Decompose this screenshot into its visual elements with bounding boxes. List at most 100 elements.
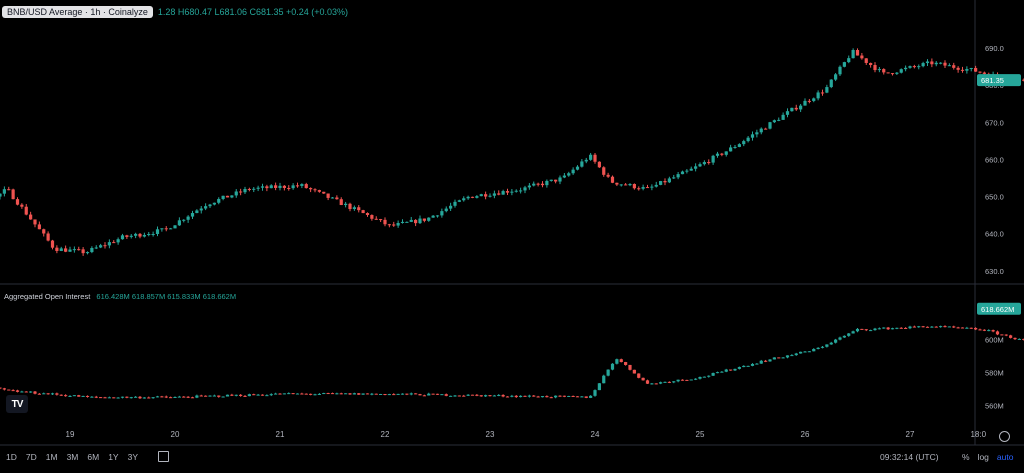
scale-options: % log auto	[962, 452, 1013, 462]
oi-candle	[64, 394, 68, 397]
oi-candle	[103, 396, 107, 399]
oi-candle	[943, 325, 947, 328]
oi-candle	[540, 395, 545, 398]
oi-candle	[125, 396, 129, 399]
oi-candle	[816, 347, 820, 350]
price-candle	[930, 58, 934, 68]
auto-toggle[interactable]: auto	[997, 452, 1014, 462]
price-candle	[11, 188, 15, 200]
timeframe-6m[interactable]: 6M	[87, 452, 99, 462]
price-candle	[869, 62, 873, 68]
price-candle	[142, 232, 146, 238]
price-candle	[274, 182, 278, 191]
oi-candle	[908, 325, 912, 330]
oi-candle	[243, 395, 247, 397]
last-oi-tag: 618.662M	[981, 305, 1014, 314]
oi-candle	[392, 393, 396, 396]
oi-candle	[807, 351, 811, 353]
timeframe-1y[interactable]: 1Y	[108, 452, 118, 462]
tradingview-logo-icon[interactable]: TV	[6, 395, 28, 413]
oi-candle	[81, 395, 85, 397]
price-candle	[540, 181, 545, 188]
oi-candle	[610, 363, 615, 371]
oi-candle	[558, 395, 562, 397]
oi-candle	[707, 375, 711, 378]
price-candle	[707, 159, 711, 165]
oi-candle	[934, 326, 938, 328]
oi-candle	[20, 390, 24, 393]
oi-candle	[939, 325, 943, 328]
price-candle	[383, 217, 387, 227]
oi-candle	[685, 379, 689, 381]
price-candle	[234, 189, 238, 198]
log-toggle[interactable]: log	[978, 452, 989, 462]
timeframe-3y[interactable]: 3Y	[128, 452, 138, 462]
oi-candle	[549, 396, 553, 399]
price-candle	[247, 187, 251, 192]
timeframe-1m[interactable]: 1M	[46, 452, 58, 462]
oi-candle	[155, 395, 160, 398]
oi-candle	[457, 395, 461, 397]
price-candle	[64, 245, 68, 253]
price-candle	[615, 182, 619, 187]
oi-candle	[746, 365, 750, 367]
price-candle	[755, 129, 759, 138]
price-candle	[138, 232, 142, 239]
open-interest-candles[interactable]	[0, 307, 1024, 400]
symbol-label[interactable]: BNB/USD Average · 1h · Coinalyze	[2, 6, 153, 18]
price-candle	[571, 167, 575, 175]
price-candle	[260, 183, 265, 191]
price-candle	[694, 163, 698, 172]
oi-candle	[112, 397, 116, 399]
price-candle	[282, 185, 286, 191]
oi-candle	[475, 393, 479, 397]
oi-candle	[768, 359, 772, 362]
price-candle	[462, 196, 466, 202]
oi-candle	[720, 371, 724, 373]
oi-candle	[969, 327, 973, 329]
open-interest-values: 616.428M 618.857M 615.833M 618.662M	[96, 292, 237, 301]
timeframe-3m[interactable]: 3M	[67, 452, 79, 462]
oi-candle	[484, 394, 488, 397]
price-candle	[484, 191, 488, 200]
price-candle	[584, 157, 588, 164]
timeframe-1d[interactable]: 1D	[6, 452, 17, 462]
price-candle	[300, 183, 304, 189]
utc-clock[interactable]: 09:32:14 (UTC)	[880, 452, 939, 462]
oi-candle	[785, 355, 790, 359]
settings-gear-icon[interactable]	[999, 431, 1010, 442]
price-y-tick-label: 660.0	[985, 155, 1004, 164]
price-candle	[799, 103, 803, 113]
oi-candle	[50, 392, 55, 396]
price-candle	[939, 62, 943, 65]
ohlc-values: 1.28 H680.47 L681.06 C681.35 +0.24 (+0.0…	[157, 7, 349, 17]
price-candles[interactable]	[0, 48, 1024, 256]
timeframe-7d[interactable]: 7D	[26, 452, 37, 462]
oi-candle	[575, 396, 580, 398]
price-candle	[400, 219, 405, 224]
oi-candle	[72, 395, 76, 397]
oi-candle	[116, 397, 120, 399]
price-candle	[230, 195, 234, 199]
oi-candle	[94, 395, 98, 399]
percent-toggle[interactable]: %	[962, 452, 970, 462]
calendar-icon[interactable]	[158, 451, 169, 462]
oi-candle	[602, 374, 606, 384]
time-tick-label: 24	[591, 430, 600, 439]
price-candle	[952, 62, 956, 70]
price-candle	[890, 72, 895, 76]
oi-candle	[1009, 334, 1013, 339]
oi-candle	[387, 393, 391, 396]
oi-candle	[295, 393, 300, 395]
oi-candle	[750, 363, 755, 367]
oi-candle	[536, 395, 540, 398]
price-candle	[116, 237, 120, 245]
price-candle	[873, 62, 877, 73]
price-candle	[99, 243, 103, 249]
oi-candle	[676, 379, 680, 383]
price-candle	[374, 216, 378, 220]
price-candle	[545, 179, 549, 188]
price-candle	[637, 186, 641, 191]
price-candle	[379, 218, 383, 223]
oi-candle	[357, 393, 361, 395]
